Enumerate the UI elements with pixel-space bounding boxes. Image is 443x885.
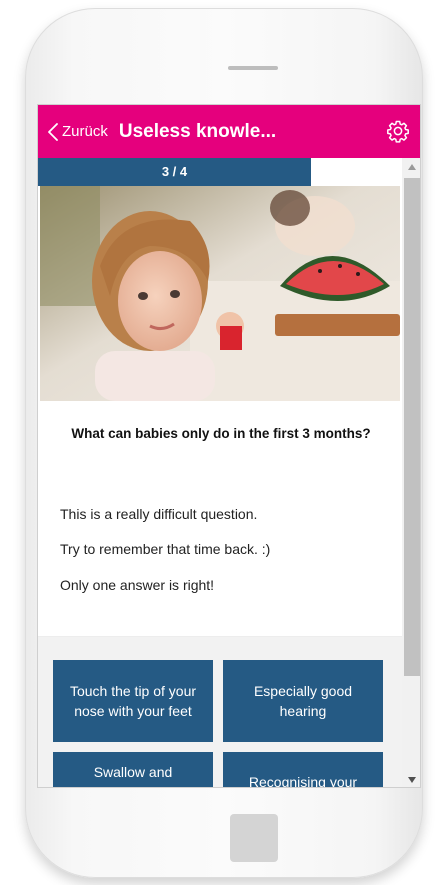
answer-option[interactable]: Especially good hearing: [223, 660, 383, 742]
description-line: Only one answer is right!: [60, 577, 215, 593]
answer-option[interactable]: Swallow and: [53, 752, 213, 787]
arrow-up-icon: [408, 164, 416, 170]
scroll-up-button[interactable]: [402, 158, 420, 176]
gear-icon: [387, 120, 409, 143]
scroll-down-button[interactable]: [402, 771, 420, 787]
arrow-down-icon: [408, 777, 416, 783]
speaker-slot: [228, 66, 278, 70]
progress-bar: 3 / 4: [38, 158, 402, 186]
question-text: What can babies only do in the first 3 m…: [71, 426, 371, 441]
progress-label: 3 / 4: [161, 164, 188, 179]
header-bar: Zurück Useless knowle...: [38, 105, 420, 158]
description-line: This is a really difficult question.: [60, 506, 258, 522]
answer-option[interactable]: Touch the tip of your nose with your fee…: [53, 660, 213, 742]
back-button[interactable]: Zurück: [48, 105, 108, 158]
question-content: What can babies only do in the first 3 m…: [38, 186, 402, 787]
settings-button[interactable]: [386, 119, 410, 143]
page-title: Useless knowle...: [118, 120, 277, 142]
chevron-left-icon: [48, 122, 58, 141]
home-button[interactable]: [230, 814, 278, 862]
answer-option[interactable]: Recognising your: [223, 752, 383, 787]
answers-area: Touch the tip of your nose with your fee…: [38, 636, 402, 787]
question-photo: [40, 186, 400, 401]
back-label: Zurück: [62, 123, 108, 140]
scrollbar[interactable]: [402, 158, 420, 787]
scrollbar-thumb[interactable]: [404, 178, 420, 676]
description-line: Try to remember that time back. :): [60, 541, 271, 557]
app-screen: Zurück Useless knowle... 3 / 4 What can …: [37, 104, 421, 788]
